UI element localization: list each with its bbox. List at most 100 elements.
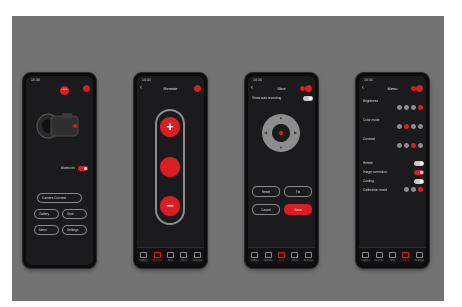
arrow-up-icon[interactable]: ▲ bbox=[279, 115, 283, 120]
leica-menu-button[interactable] bbox=[194, 85, 201, 92]
zoom-in-button[interactable]: + bbox=[160, 117, 180, 137]
gallery-icon bbox=[140, 251, 148, 258]
tab-menu[interactable]: Menu bbox=[177, 248, 190, 265]
auto-recording-toggle[interactable] bbox=[303, 96, 313, 101]
calibration-option-selected[interactable] bbox=[418, 187, 423, 192]
tab-label: Menu bbox=[402, 258, 410, 262]
remote-screen: 10:34 ‹ Remote + − Gallery Remote Shot Menu… bbox=[137, 76, 204, 265]
bluetooth-label: Bluetooth bbox=[61, 166, 75, 170]
menu-row-label: Image correction bbox=[363, 170, 387, 174]
tab-label: Shot bbox=[389, 258, 396, 262]
menu-row-label: Brightness bbox=[363, 99, 379, 103]
tab-bar: Gallery Remote Shot Menu Settings bbox=[137, 247, 204, 265]
crosshair-dot[interactable] bbox=[279, 131, 283, 135]
leica-menu-button[interactable] bbox=[305, 85, 312, 92]
shot-icon bbox=[167, 251, 175, 258]
brightness-option[interactable] bbox=[411, 105, 416, 110]
contrast-option[interactable] bbox=[397, 143, 402, 148]
auto-recording-label: Show auto recording bbox=[252, 96, 282, 100]
bluetooth-toggle[interactable] bbox=[78, 166, 88, 171]
tab-remote[interactable]: Remote bbox=[261, 248, 274, 265]
tab-label: Menu bbox=[180, 258, 188, 262]
fix-button[interactable]: Fix bbox=[284, 186, 312, 197]
tab-gallery[interactable]: Gallery bbox=[137, 248, 150, 265]
tab-label: Menu bbox=[291, 258, 299, 262]
contrast-option[interactable] bbox=[404, 143, 409, 148]
remote-icon bbox=[264, 251, 272, 258]
tab-label: Remote bbox=[374, 258, 384, 262]
calibration-option[interactable] bbox=[404, 187, 409, 192]
tab-label: Remote bbox=[152, 258, 162, 262]
tab-menu[interactable]: Menu bbox=[288, 248, 301, 265]
brightness-option[interactable] bbox=[404, 105, 409, 110]
menu-screen: 10:34 ‹ Menu Brightness Color mode Contr… bbox=[359, 76, 426, 265]
status-bar: 10:34 bbox=[142, 78, 199, 83]
camera-connect-button[interactable]: Camera Connect bbox=[37, 193, 82, 203]
presentation-frame: 10:34 LEICA Bluetooth Camera Connect Gal… bbox=[12, 16, 444, 301]
leica-menu-button[interactable] bbox=[416, 85, 423, 92]
arrow-down-icon[interactable]: ▼ bbox=[279, 145, 283, 150]
calibration-option[interactable] bbox=[411, 187, 416, 192]
contrast-option[interactable] bbox=[418, 143, 423, 148]
shot-screen: 10:34 ‹ Shot Show auto recording ▲ ▼ ◀ ▶… bbox=[248, 76, 315, 265]
menu-icon bbox=[291, 251, 299, 258]
menu-row-label: Contrast bbox=[363, 137, 376, 141]
phone-menu: 10:34 ‹ Menu Brightness Color mode Contr… bbox=[356, 73, 429, 268]
cancel-button[interactable]: Cancel bbox=[252, 204, 280, 215]
menu-row-label: Color mode bbox=[363, 118, 380, 122]
gallery-icon bbox=[362, 251, 370, 258]
color-mode-option[interactable] bbox=[418, 124, 423, 129]
tab-menu[interactable]: Menu bbox=[399, 248, 412, 265]
phone-remote: 10:34 ‹ Remote + − Gallery Remote Shot Menu… bbox=[134, 73, 207, 268]
tab-shot[interactable]: Shot bbox=[386, 248, 399, 265]
settings-icon bbox=[193, 251, 201, 258]
tab-remote[interactable]: Remote bbox=[150, 248, 163, 265]
reset-button[interactable]: Reset bbox=[252, 186, 280, 197]
home-screen: 10:34 LEICA Bluetooth Camera Connect Gal… bbox=[26, 76, 93, 265]
color-mode-option[interactable] bbox=[397, 124, 402, 129]
tab-label: Remote bbox=[263, 258, 273, 262]
tab-settings[interactable]: Settings bbox=[191, 248, 204, 265]
color-mode-option-selected[interactable] bbox=[404, 124, 409, 129]
phone-home: 10:34 LEICA Bluetooth Camera Connect Gal… bbox=[23, 73, 96, 268]
tab-label: Gallery bbox=[361, 258, 370, 262]
tab-shot[interactable]: Shot bbox=[164, 248, 177, 265]
color-mode-option[interactable] bbox=[411, 124, 416, 129]
cooling-toggle[interactable] bbox=[414, 179, 424, 184]
settings-button[interactable]: Settings bbox=[62, 225, 87, 235]
arrow-left-icon[interactable]: ◀ bbox=[264, 130, 267, 135]
shutter-button[interactable] bbox=[160, 157, 180, 177]
remote-icon bbox=[153, 251, 161, 258]
tab-settings[interactable]: Settings bbox=[302, 248, 315, 265]
phone-shot: 10:34 ‹ Shot Show auto recording ▲ ▼ ◀ ▶… bbox=[245, 73, 318, 268]
status-time: 10:34 bbox=[364, 78, 373, 82]
zoom-out-button[interactable]: − bbox=[160, 196, 180, 216]
tab-remote[interactable]: Remote bbox=[372, 248, 385, 265]
leica-menu-button[interactable] bbox=[83, 85, 90, 92]
tab-label: Settings bbox=[414, 258, 425, 262]
contrast-option-selected[interactable] bbox=[411, 143, 416, 148]
reticle-toggle[interactable] bbox=[414, 161, 424, 166]
brightness-option-selected[interactable] bbox=[418, 105, 423, 110]
brightness-option[interactable] bbox=[397, 105, 402, 110]
tab-gallery[interactable]: Gallery bbox=[359, 248, 372, 265]
tab-bar: Gallery Remote Shot Menu Settings bbox=[248, 247, 315, 265]
arrow-right-icon[interactable]: ▶ bbox=[294, 130, 297, 135]
settings-icon bbox=[415, 251, 423, 258]
tab-label: Gallery bbox=[139, 258, 148, 262]
shot-button[interactable]: Shot bbox=[62, 209, 87, 219]
status-time: 10:34 bbox=[31, 78, 40, 82]
menu-row-label: Cooling bbox=[363, 179, 374, 183]
gallery-button[interactable]: Gallery bbox=[34, 209, 59, 219]
thermal-camera-image bbox=[36, 113, 79, 139]
tab-gallery[interactable]: Gallery bbox=[248, 248, 261, 265]
tab-shot[interactable]: Shot bbox=[275, 248, 288, 265]
tab-settings[interactable]: Settings bbox=[413, 248, 426, 265]
status-bar: 10:34 bbox=[253, 78, 310, 83]
save-button[interactable]: Save bbox=[284, 204, 312, 215]
menu-button[interactable]: Menu bbox=[34, 225, 59, 235]
tab-label: Settings bbox=[192, 258, 203, 262]
image-correction-toggle[interactable] bbox=[414, 170, 424, 175]
status-time: 10:34 bbox=[142, 78, 151, 82]
shot-icon bbox=[389, 251, 397, 258]
